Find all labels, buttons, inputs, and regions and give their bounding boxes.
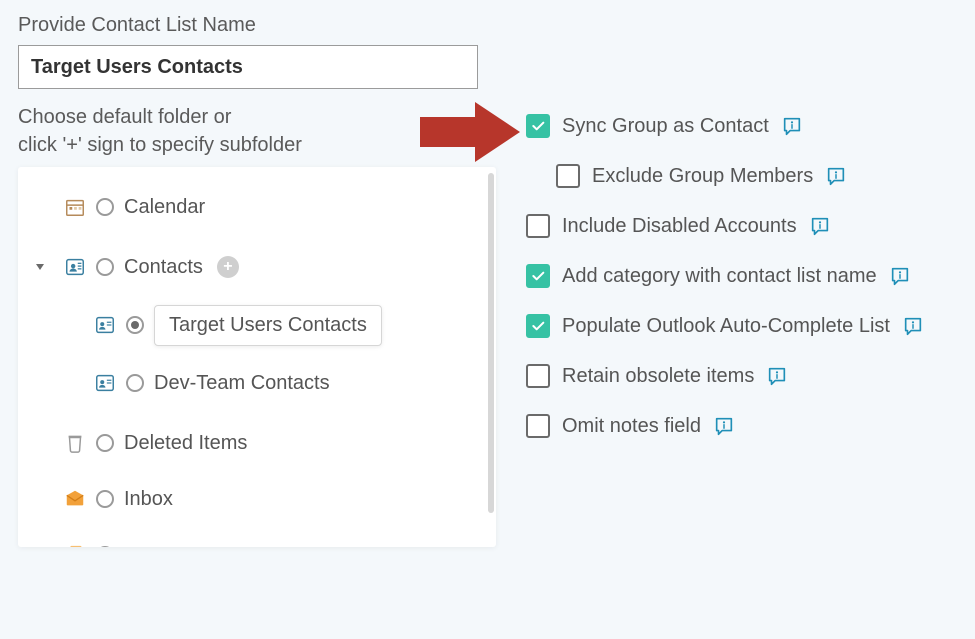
tree-label: Contacts xyxy=(124,256,203,279)
info-icon[interactable] xyxy=(825,165,847,187)
info-icon[interactable] xyxy=(902,315,924,337)
radio-notes[interactable] xyxy=(96,546,114,547)
tree-label: Inbox xyxy=(124,488,173,511)
option-omit-notes[interactable]: Omit notes field xyxy=(526,414,924,438)
option-sync-group-as-contact[interactable]: Sync Group as Contact xyxy=(526,114,924,138)
tree-item-contacts[interactable]: Contacts + xyxy=(26,243,488,291)
option-label: Add category with contact list name xyxy=(562,265,877,288)
option-label: Populate Outlook Auto-Complete List xyxy=(562,315,890,338)
tree-item-deleted-items[interactable]: Deleted Items xyxy=(26,419,488,467)
checkbox[interactable] xyxy=(526,314,550,338)
radio-contacts[interactable] xyxy=(96,258,114,276)
tree-item-target-users-contacts[interactable]: Target Users Contacts xyxy=(26,301,488,349)
info-icon[interactable] xyxy=(809,215,831,237)
option-label: Include Disabled Accounts xyxy=(562,215,797,238)
info-icon[interactable] xyxy=(713,415,735,437)
radio-dev-team-contacts[interactable] xyxy=(126,374,144,392)
info-icon[interactable] xyxy=(889,265,911,287)
checkbox[interactable] xyxy=(556,164,580,188)
options-panel: Sync Group as Contact Exclude Group Memb… xyxy=(526,14,924,438)
tree-label: Deleted Items xyxy=(124,432,247,455)
option-label: Sync Group as Contact xyxy=(562,115,769,138)
radio-target-users-contacts[interactable] xyxy=(126,316,144,334)
radio-deleted-items[interactable] xyxy=(96,434,114,452)
checkbox[interactable] xyxy=(526,264,550,288)
contact-list-name-label: Provide Contact List Name xyxy=(18,14,498,37)
tree-label: Dev-Team Contacts xyxy=(154,372,330,395)
option-label: Retain obsolete items xyxy=(562,365,754,388)
option-include-disabled-accounts[interactable]: Include Disabled Accounts xyxy=(526,214,924,238)
option-retain-obsolete[interactable]: Retain obsolete items xyxy=(526,364,924,388)
option-label: Omit notes field xyxy=(562,415,701,438)
checkbox[interactable] xyxy=(526,414,550,438)
notes-icon xyxy=(64,544,86,547)
radio-calendar[interactable] xyxy=(96,198,114,216)
tree-item-calendar[interactable]: Calendar xyxy=(26,183,488,231)
folder-hint-line1: Choose default folder or xyxy=(18,106,231,128)
folder-hint-line2: click '+' sign to specify subfolder xyxy=(18,134,302,156)
add-subfolder-button[interactable]: + xyxy=(217,256,239,278)
info-icon[interactable] xyxy=(781,115,803,137)
contact-card-icon xyxy=(94,372,116,394)
tree-item-dev-team-contacts[interactable]: Dev-Team Contacts xyxy=(26,359,488,407)
calendar-icon xyxy=(64,196,86,218)
checkbox[interactable] xyxy=(526,114,550,138)
checkbox[interactable] xyxy=(526,214,550,238)
checkbox[interactable] xyxy=(526,364,550,388)
tree-item-inbox[interactable]: Inbox xyxy=(26,475,488,523)
contacts-icon xyxy=(64,256,86,278)
option-populate-autocomplete[interactable]: Populate Outlook Auto-Complete List xyxy=(526,314,924,338)
tree-item-notes[interactable]: Notes xyxy=(26,531,488,547)
contact-card-icon xyxy=(94,314,116,336)
expand-toggle-icon[interactable] xyxy=(36,264,44,270)
folder-tree: Calendar Contacts + Target Users Contact… xyxy=(18,167,496,547)
tree-label-highlighted: Target Users Contacts xyxy=(154,305,382,346)
contact-list-name-input[interactable] xyxy=(18,45,478,89)
tree-label: Calendar xyxy=(124,196,205,219)
option-label: Exclude Group Members xyxy=(592,165,813,188)
inbox-icon xyxy=(64,488,86,510)
tree-scrollbar[interactable] xyxy=(488,173,494,533)
option-exclude-group-members[interactable]: Exclude Group Members xyxy=(556,164,924,188)
folder-hint: Choose default folder or click '+' sign … xyxy=(18,103,498,159)
trash-icon xyxy=(64,432,86,454)
info-icon[interactable] xyxy=(766,365,788,387)
option-add-category[interactable]: Add category with contact list name xyxy=(526,264,924,288)
radio-inbox[interactable] xyxy=(96,490,114,508)
tree-label: Notes xyxy=(124,544,176,548)
